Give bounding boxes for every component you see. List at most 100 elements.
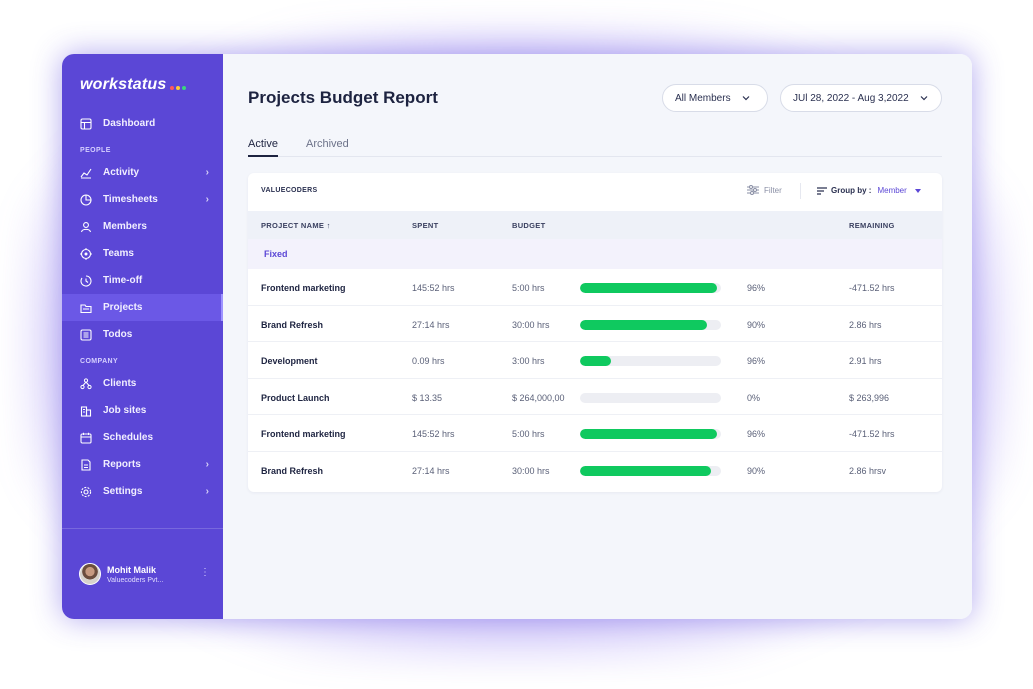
budget-progress-bar [580, 392, 721, 403]
group-by-value: Member [877, 186, 907, 195]
sidebar-item-todos[interactable]: Todos [62, 321, 223, 348]
percent-value: 96% [747, 429, 766, 439]
time-off-icon [80, 274, 92, 287]
budget-progress-fill [580, 465, 712, 476]
sidebar-item-clients[interactable]: Clients [62, 370, 223, 397]
table-row[interactable]: Brand Refresh 27:14 hrs 30:00 hrs 90% 2.86 h… [248, 306, 942, 342]
section-label-company: COMPANY [80, 358, 119, 365]
profile-org: Valuecoders Pvt... [107, 576, 164, 584]
table-row[interactable]: Brand Refresh 27:14 hrs 30:00 hrs 90% 2.86 h… [248, 452, 942, 489]
sidebar-item-timesheets[interactable]: Timesheets › [62, 186, 223, 213]
sidebar-item-reports[interactable]: Reports › [62, 451, 223, 478]
spent-value: $ 13.35 [412, 392, 443, 403]
sort-lines-icon [817, 186, 827, 195]
tab-active[interactable]: Active [248, 138, 278, 157]
percent-value: 0% [747, 392, 761, 403]
percent-value: 90% [747, 319, 766, 330]
app-window: workstatus Dashboard PEOPLE Activity › Tim… [62, 54, 972, 619]
table-row[interactable]: Frontend marketing 145:52 hrs 5:00 hrs 96% -… [248, 269, 942, 306]
group-by-label: Group by : [831, 186, 872, 195]
section-label-people: PEOPLE [80, 147, 111, 154]
pie-clock-icon [80, 193, 92, 206]
filter-button[interactable]: Filter [747, 185, 782, 195]
table-row[interactable]: Frontend marketing 145:52 hrs 5:00 hrs 96% -… [248, 415, 942, 452]
caret-down-icon [914, 188, 921, 193]
budget-value: 3:00 hrs [512, 356, 545, 366]
tab-bar: Active Archived [248, 138, 942, 157]
clients-icon [80, 377, 92, 390]
chevron-down-icon [920, 96, 928, 101]
remaining-value: 2.86 hrsv [849, 465, 887, 476]
sidebar-item-label: Job sites [103, 405, 147, 416]
group-by-select[interactable]: Group by : Member [817, 186, 921, 195]
sidebar: workstatus Dashboard PEOPLE Activity › Tim… [62, 54, 223, 619]
chevron-right-icon: › [205, 459, 209, 470]
budget-progress-bar [580, 429, 721, 439]
percent-value: 96% [747, 283, 766, 293]
dashboard-icon [80, 117, 92, 130]
tab-archived[interactable]: Archived [306, 138, 349, 157]
avatar [79, 563, 101, 585]
budget-progress-fill [580, 319, 707, 330]
project-name: Brand Refresh [261, 319, 324, 330]
column-header-budget: BUDGET [512, 221, 546, 230]
chevron-right-icon: › [205, 194, 209, 205]
spent-value: 145:52 hrs [412, 283, 455, 293]
page-title: Projects Budget Report [248, 88, 438, 107]
sidebar-item-teams[interactable]: Teams [62, 240, 223, 267]
chart-icon [80, 167, 92, 179]
brand-logo[interactable]: workstatus [80, 76, 187, 94]
more-vertical-icon[interactable]: ⋮ [200, 567, 210, 578]
spent-value: 0.09 hrs [412, 356, 445, 366]
sidebar-item-label: Settings [103, 486, 143, 497]
user-profile[interactable]: Mohit Malik Valuecoders Pvt... ⋮ [62, 528, 223, 619]
sidebar-item-activity[interactable]: Activity › [62, 159, 223, 186]
sidebar-item-label: Teams [103, 248, 134, 259]
group-label: Fixed [264, 249, 288, 259]
budget-value: 5:00 hrs [512, 283, 545, 293]
sidebar-item-label: Schedules [103, 432, 154, 443]
budget-progress-bar [580, 465, 721, 476]
chevron-down-icon [742, 96, 750, 101]
sidebar-item-label: Timesheets [103, 194, 158, 205]
chevron-right-icon: › [205, 167, 209, 178]
budget-value: $ 264,000,00 [512, 392, 565, 403]
column-header-project-name[interactable]: PROJECT NAME ↑ [261, 221, 331, 230]
sidebar-item-projects[interactable]: Projects [62, 294, 223, 321]
members-select[interactable]: All Members [662, 84, 768, 112]
gear-icon [80, 486, 92, 498]
folder-icon [80, 302, 92, 314]
sidebar-item-schedules[interactable]: Schedules [62, 424, 223, 451]
report-icon [80, 458, 92, 471]
profile-name: Mohit Malik [107, 564, 156, 575]
remaining-value: 2.86 hrs [849, 319, 882, 330]
spent-value: 27:14 hrs [412, 465, 450, 476]
budget-progress-bar [580, 283, 721, 293]
sidebar-item-label: Reports [103, 459, 141, 470]
sidebar-item-time-off[interactable]: Time-off [62, 267, 223, 294]
card-header: VALUECODERS Filter Group by : Member [248, 173, 942, 211]
logo-dots [170, 86, 187, 90]
project-name: Frontend marketing [261, 429, 346, 439]
divider [800, 183, 801, 199]
organization-name: VALUECODERS [261, 187, 318, 194]
budget-progress-fill [580, 429, 717, 439]
sidebar-item-label: Clients [103, 378, 137, 389]
budget-progress-bar [580, 319, 721, 330]
sidebar-item-label: Time-off [103, 275, 143, 286]
table-row[interactable]: Development 0.09 hrs 3:00 hrs 96% 2.91 hrs [248, 342, 942, 379]
table-row[interactable]: Product Launch $ 13.35 $ 264,000,00 0% $ 263… [248, 379, 942, 415]
sidebar-item-settings[interactable]: Settings › [62, 478, 223, 505]
date-range-select[interactable]: JUl 28, 2022 - Aug 3,2022 [780, 84, 942, 112]
user-icon [80, 221, 92, 233]
project-name: Product Launch [261, 392, 330, 403]
sidebar-item-dashboard[interactable]: Dashboard [62, 110, 223, 137]
sidebar-item-members[interactable]: Members [62, 213, 223, 240]
sidebar-item-job-sites[interactable]: Job sites [62, 397, 223, 424]
list-icon [80, 328, 92, 341]
building-icon [80, 405, 92, 417]
brand-name: workstatus [80, 76, 167, 93]
remaining-value: -471.52 hrs [849, 283, 895, 293]
table-header: PROJECT NAME ↑ SPENT BUDGET REMAINING [248, 211, 942, 239]
budget-progress-fill [580, 283, 717, 293]
